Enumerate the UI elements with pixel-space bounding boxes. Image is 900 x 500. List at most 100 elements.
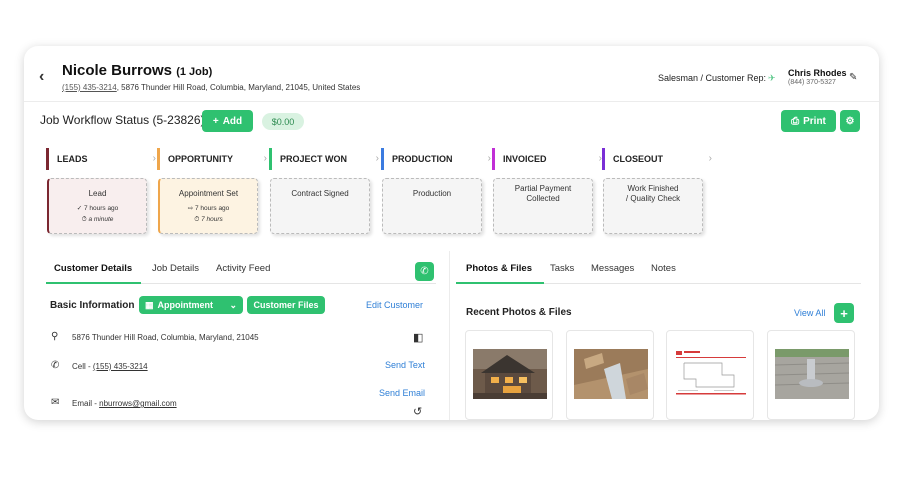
cell-prefix: Cell - xyxy=(72,362,93,371)
tab-activity-feed[interactable]: Activity Feed xyxy=(216,263,270,274)
tile-production[interactable]: Production xyxy=(382,178,482,234)
roof-shingles-photo xyxy=(574,349,648,399)
stage-opportunity[interactable]: OPPORTUNITY › xyxy=(157,148,267,170)
basic-info-title: Basic Information xyxy=(50,300,135,311)
customer-name: Nicole Burrows (1 Job) xyxy=(62,62,212,79)
customer-header: ‹ Nicole Burrows (1 Job) (155) 435-3214,… xyxy=(24,46,879,102)
appointment-dropdown[interactable]: ▦ Appointment ⌄ xyxy=(139,296,243,314)
map-icon[interactable]: ◧ xyxy=(413,331,423,344)
tile-title-line2: Collected xyxy=(526,194,560,203)
tile-contract-signed[interactable]: Contract Signed xyxy=(270,178,370,234)
printer-icon: ⎙ xyxy=(791,115,800,127)
job-card: ‹ Nicole Burrows (1 Job) (155) 435-3214,… xyxy=(24,46,879,420)
tile-title: Production xyxy=(412,189,452,198)
send-email-link[interactable]: Send Email xyxy=(379,388,425,398)
tab-notes[interactable]: Notes xyxy=(651,263,676,274)
appointment-label: Appointment xyxy=(157,300,214,310)
tab-photos-files[interactable]: Photos & Files xyxy=(466,263,532,274)
photo-thumb-vent[interactable] xyxy=(767,330,855,420)
photo-thumb-roof[interactable] xyxy=(566,330,654,420)
plus-icon: + xyxy=(840,305,848,321)
history-icon[interactable]: ↺ xyxy=(413,405,422,418)
tile-partial-payment[interactable]: Partial Payment Collected xyxy=(493,178,593,234)
tile-title: Partial Payment xyxy=(514,184,572,193)
stage-production[interactable]: PRODUCTION › xyxy=(381,148,491,170)
tile-duration: 7 hours xyxy=(201,216,223,223)
chevron-left-icon[interactable]: ‹ xyxy=(39,68,44,86)
stage-invoiced[interactable]: INVOICED › xyxy=(492,148,602,170)
panel-divider xyxy=(449,251,450,420)
email-row: Email - nburrows@gmail.com xyxy=(72,399,177,408)
add-photo-button[interactable]: + xyxy=(834,303,854,323)
customer-files-button[interactable]: Customer Files xyxy=(247,296,325,314)
stage-project-won[interactable]: PROJECT WON › xyxy=(269,148,379,170)
calendar-icon: ▦ xyxy=(145,299,154,310)
active-tab-indicator xyxy=(46,282,141,284)
email-link[interactable]: nburrows@gmail.com xyxy=(99,399,176,408)
quick-measure-report xyxy=(674,349,748,399)
customer-phone-link[interactable]: (155) 435-3214 xyxy=(62,83,117,92)
tile-time-ago: 7 hours ago xyxy=(194,205,230,212)
tile-title: Appointment Set xyxy=(178,189,239,198)
email-prefix: Email - xyxy=(72,399,100,408)
phone-icon: ✆ xyxy=(420,266,429,277)
photo-thumb-report[interactable] xyxy=(666,330,754,420)
customer-address-row: 5876 Thunder Hill Road, Columbia, Maryla… xyxy=(72,333,259,342)
tile-timestamps: ⇨ 7 hours ago ⏱ 7 hours xyxy=(160,203,257,225)
tile-lead[interactable]: Lead ✓ 7 hours ago ⏱ a minute xyxy=(47,178,147,234)
chevron-right-icon: › xyxy=(375,153,379,164)
roof-vent-photo xyxy=(775,349,849,399)
recent-photos-title: Recent Photos & Files xyxy=(466,307,572,318)
tile-title: Contract Signed xyxy=(291,189,349,198)
tile-duration: a minute xyxy=(88,216,114,223)
chevron-right-icon: › xyxy=(152,153,156,164)
job-amount-badge: $0.00 xyxy=(262,113,304,130)
pencil-icon[interactable]: ✎ xyxy=(849,72,857,83)
view-all-link[interactable]: View All xyxy=(794,308,825,318)
location-pin-icon: ⚲ xyxy=(51,331,59,342)
cell-row: Cell - (155) 435-3214 xyxy=(72,362,148,371)
stage-label: INVOICED xyxy=(503,154,547,164)
chevron-right-icon: › xyxy=(708,153,712,164)
workflow-title: Job Workflow Status (5-23826) xyxy=(40,113,205,127)
chevron-right-icon: › xyxy=(487,153,491,164)
tab-tasks[interactable]: Tasks xyxy=(550,263,574,274)
rep-tag-icon: ✈ xyxy=(768,73,776,83)
call-button[interactable]: ✆ xyxy=(415,262,434,281)
add-button-label: Add xyxy=(222,115,243,127)
photo-thumb-house[interactable] xyxy=(465,330,553,420)
stage-label: PRODUCTION xyxy=(392,154,453,164)
tile-timestamps: ✓ 7 hours ago ⏱ a minute xyxy=(49,203,146,225)
tab-customer-details[interactable]: Customer Details xyxy=(54,263,132,274)
checkmark-icon: ✓ xyxy=(76,205,83,212)
stage-label: OPPORTUNITY xyxy=(168,154,234,164)
entry-icon: ⇨ xyxy=(187,205,194,212)
stage-label: PROJECT WON xyxy=(280,154,348,164)
stage-label: CLOSEOUT xyxy=(613,154,664,164)
send-text-link[interactable]: Send Text xyxy=(385,360,425,370)
tile-title-line2: / Quality Check xyxy=(625,194,681,203)
house-photo xyxy=(473,349,547,399)
print-button[interactable]: ⎙ Print xyxy=(781,110,836,132)
customer-name-text: Nicole Burrows xyxy=(62,62,173,79)
tab-job-details[interactable]: Job Details xyxy=(152,263,199,274)
tile-time-ago: 7 hours ago xyxy=(83,205,119,212)
add-button[interactable]: + Add xyxy=(202,110,253,132)
gear-icon: ⚙ xyxy=(845,115,855,127)
settings-button[interactable]: ⚙ xyxy=(840,110,860,132)
customer-address: , 5876 Thunder Hill Road, Columbia, Mary… xyxy=(116,83,361,92)
tile-appointment-set[interactable]: Appointment Set ⇨ 7 hours ago ⏱ 7 hours xyxy=(158,178,258,234)
tile-title: Lead xyxy=(88,189,107,198)
stopwatch-icon: ⏱ xyxy=(81,216,87,223)
print-button-label: Print xyxy=(803,115,826,127)
plus-icon: + xyxy=(212,115,219,127)
stage-leads[interactable]: LEADS › xyxy=(46,148,156,170)
stage-closeout[interactable]: CLOSEOUT › xyxy=(602,148,712,170)
tile-work-finished[interactable]: Work Finished / Quality Check xyxy=(603,178,703,234)
tab-messages[interactable]: Messages xyxy=(591,263,634,274)
edit-customer-link[interactable]: Edit Customer xyxy=(366,300,423,310)
active-tab-indicator-right xyxy=(456,282,544,284)
cell-number-link[interactable]: (155) 435-3214 xyxy=(93,362,148,371)
mail-icon: ✉ xyxy=(51,397,60,408)
chevron-right-icon: › xyxy=(263,153,267,164)
